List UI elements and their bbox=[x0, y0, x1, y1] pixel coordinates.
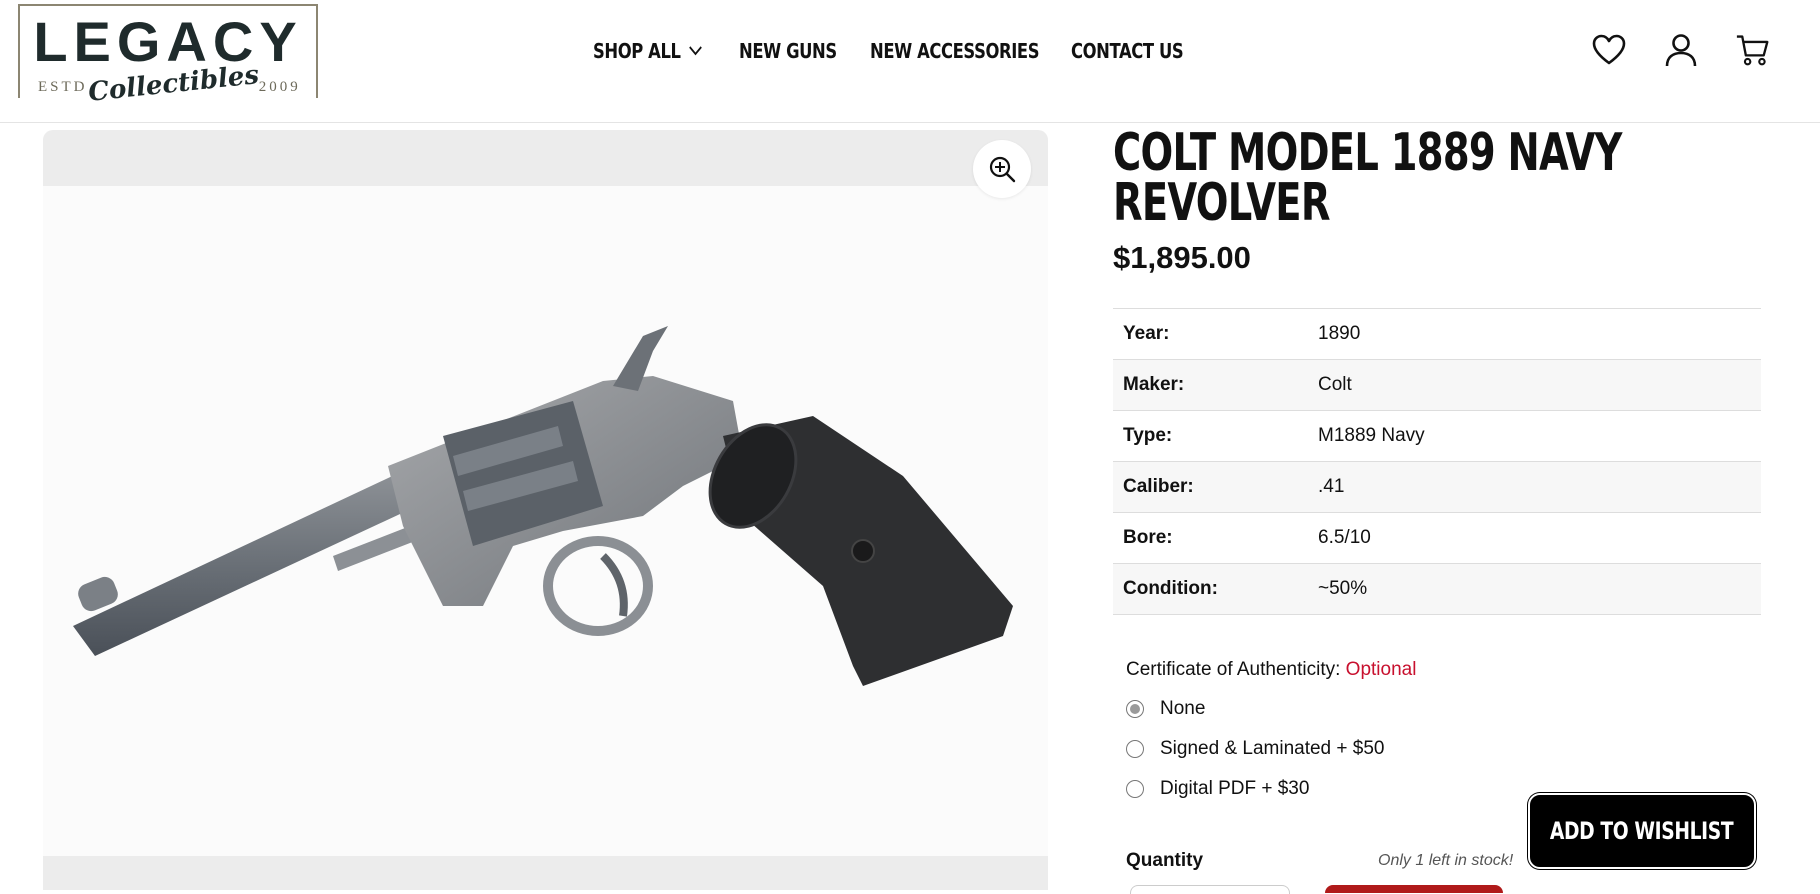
main-nav: SHOP ALL NEW GUNS NEW ACCESSORIES CONTAC… bbox=[593, 36, 1184, 66]
nav-new-accessories[interactable]: NEW ACCESSORIES bbox=[870, 39, 1040, 63]
spec-key: Bore: bbox=[1113, 512, 1308, 564]
nav-shop-all-label: SHOP ALL bbox=[593, 39, 681, 63]
nav-contact-us[interactable]: CONTACT US bbox=[1071, 39, 1184, 63]
nav-new-guns[interactable]: NEW GUNS bbox=[739, 39, 837, 63]
logo-estd: ESTD bbox=[38, 78, 88, 95]
site-header: LEGACY ESTD Collectibles 2009 SHOP ALL N… bbox=[0, 0, 1820, 123]
spec-value: Colt bbox=[1308, 359, 1761, 411]
spec-value: 1890 bbox=[1308, 308, 1761, 360]
zoom-button[interactable] bbox=[973, 140, 1031, 198]
radio-button[interactable] bbox=[1126, 700, 1144, 718]
table-row: Condition: ~50% bbox=[1113, 563, 1761, 615]
stock-notice: Only 1 left in stock! bbox=[1378, 852, 1514, 869]
specs-table: Year: 1890 Maker: Colt Type: M1889 Navy … bbox=[1113, 308, 1761, 615]
radio-label: Digital PDF + $30 bbox=[1160, 778, 1310, 799]
spec-value: ~50% bbox=[1308, 563, 1761, 615]
radio-button[interactable] bbox=[1126, 740, 1144, 758]
cart-icon[interactable] bbox=[1736, 32, 1770, 68]
site-logo[interactable]: LEGACY ESTD Collectibles 2009 bbox=[18, 4, 318, 108]
user-icon[interactable] bbox=[1664, 32, 1698, 68]
spec-value: .41 bbox=[1308, 461, 1761, 513]
certificate-label: Certificate of Authenticity: Optional bbox=[1126, 659, 1416, 681]
zoom-in-icon bbox=[988, 155, 1016, 183]
spec-key: Maker: bbox=[1113, 359, 1308, 411]
spec-value: 6.5/10 bbox=[1308, 512, 1761, 564]
table-row: Year: 1890 bbox=[1113, 308, 1761, 360]
logo-year: 2009 bbox=[258, 78, 301, 95]
spec-key: Type: bbox=[1113, 410, 1308, 462]
quantity-stepper[interactable] bbox=[1130, 885, 1290, 894]
radio-button[interactable] bbox=[1126, 780, 1144, 798]
certificate-optional: Optional bbox=[1345, 659, 1417, 680]
certificate-option-digital[interactable]: Digital PDF + $30 bbox=[1126, 778, 1309, 800]
header-icons bbox=[1592, 32, 1770, 68]
product-gallery bbox=[43, 130, 1048, 890]
chevron-down-icon bbox=[688, 46, 702, 56]
product-image[interactable] bbox=[43, 186, 1048, 856]
certificate-option-signed[interactable]: Signed & Laminated + $50 bbox=[1126, 738, 1384, 760]
quantity-label: Quantity bbox=[1126, 850, 1204, 871]
radio-label: Signed & Laminated + $50 bbox=[1160, 738, 1385, 759]
certificate-option-none[interactable]: None bbox=[1126, 698, 1205, 720]
add-to-cart-button[interactable] bbox=[1325, 885, 1503, 893]
nav-shop-all[interactable]: SHOP ALL bbox=[593, 39, 702, 63]
spec-key: Condition: bbox=[1113, 563, 1308, 615]
logo-wordmark: LEGACY bbox=[33, 10, 303, 73]
add-to-wishlist-label: ADD TO WISHLIST bbox=[1550, 817, 1734, 845]
logo-tagline: ESTD Collectibles 2009 bbox=[20, 60, 316, 108]
radio-label: None bbox=[1160, 698, 1206, 719]
spec-key: Caliber: bbox=[1113, 461, 1308, 513]
add-to-wishlist-button[interactable]: ADD TO WISHLIST bbox=[1528, 793, 1756, 869]
spec-value: M1889 Navy bbox=[1308, 410, 1761, 462]
product-price: $1,895.00 bbox=[1113, 240, 1251, 275]
table-row: Caliber: .41 bbox=[1113, 461, 1761, 513]
table-row: Bore: 6.5/10 bbox=[1113, 512, 1761, 564]
heart-icon[interactable] bbox=[1592, 32, 1626, 68]
spec-key: Year: bbox=[1113, 308, 1308, 360]
product-title: COLT MODEL 1889 NAVY REVOLVER bbox=[1113, 123, 1622, 233]
table-row: Type: M1889 Navy bbox=[1113, 410, 1761, 462]
certificate-label-text: Certificate of Authenticity: bbox=[1126, 659, 1341, 680]
table-row: Maker: Colt bbox=[1113, 359, 1761, 411]
